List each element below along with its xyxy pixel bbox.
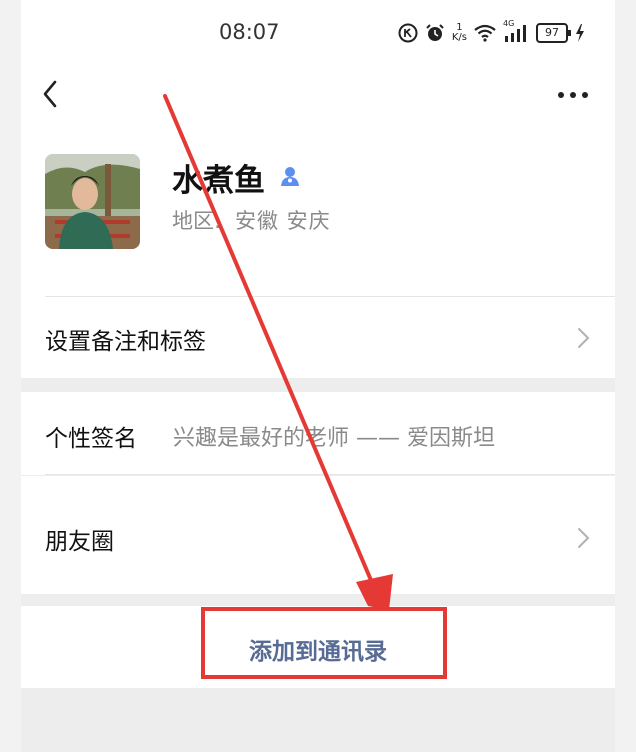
remark-row[interactable]: 设置备注和标签: [21, 296, 615, 378]
net-speed-unit: K/s: [451, 32, 467, 43]
battery-level: 97: [545, 26, 559, 39]
signal-icon: 4G: [503, 19, 529, 43]
more-dots-icon[interactable]: [553, 82, 593, 108]
moments-row[interactable]: 朋友圈: [21, 476, 615, 594]
nav-bar: [21, 66, 615, 132]
profile-header: 水煮鱼 地区: 安徽 安庆: [21, 132, 615, 296]
chevron-right-icon: [578, 528, 590, 548]
signature-value: 兴趣是最好的老师 —— 爱因斯坦: [173, 426, 495, 451]
alarm-icon: [426, 24, 444, 41]
battery-icon: 97: [536, 23, 571, 43]
region-label: 地区:: [172, 209, 222, 233]
status-time: 08:07: [219, 20, 280, 44]
user-badge-icon: [281, 167, 299, 186]
signature-row: 个性签名 兴趣是最好的老师 —— 爱因斯坦: [21, 392, 615, 475]
chevron-right-icon: [578, 328, 590, 348]
remark-label: 设置备注和标签: [45, 329, 206, 355]
moments-label: 朋友圈: [45, 529, 114, 555]
charging-icon: [576, 24, 584, 42]
divider: [45, 474, 615, 475]
hd-icon: [398, 23, 418, 43]
region-value: 安徽 安庆: [235, 209, 331, 233]
chevron-left-icon[interactable]: [35, 78, 67, 110]
annotation-highlight-box: [201, 607, 447, 679]
status-bar: 08:07 1 K/s 4G 97: [21, 0, 615, 66]
avatar[interactable]: [45, 154, 140, 249]
signature-label: 个性签名: [45, 426, 137, 452]
status-icons: 1 K/s 4G 97: [398, 19, 585, 45]
divider: [45, 296, 615, 297]
wifi-icon: [474, 24, 496, 42]
net-speed: 1 K/s: [452, 23, 467, 43]
profile-name: 水煮鱼: [172, 163, 265, 199]
